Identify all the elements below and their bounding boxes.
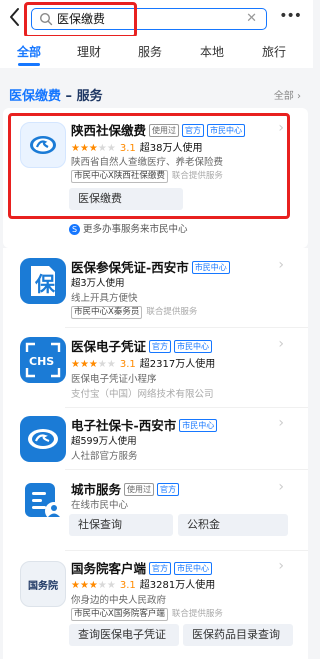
action-pill-housing-fund[interactable]: 公积金 [178,514,288,536]
item-title: 陕西社保缴费 使用过 官方 市民中心 [71,120,246,139]
provider-tag: 市民中心X陕西社保缴费 联合提供服务 [71,169,223,183]
list-item[interactable]: 保 医保参保凭证-西安市 市民中心 超3万人使用 线上开具方便快 市民中心X秦务员… [3,248,308,326]
tab-finance[interactable]: 理财 [77,43,101,60]
provider-tag: 市民中心X秦务员 联合提供服务 [71,305,197,319]
provider-tag: 市民中心X国务院客户端 联合提供服务 [71,607,223,621]
list-item[interactable]: 国务院 国务院客户端 官方 市民中心 ★★★★★ 3.1 超3281万人使用 你身边的中… [3,551,308,659]
action-pill-drug-catalog-query[interactable]: 医保药品目录查询 [183,624,293,646]
bao-document-icon: 保 [20,258,66,304]
svg-text:保: 保 [34,272,56,296]
si-social-security-icon [20,122,66,168]
more-options-icon[interactable]: ••• [279,8,302,24]
top-bar: 医保缴费 ✕ ••• [0,0,313,36]
rating-stars: ★★★★★ 3.1 超2317万人使用 [71,359,216,370]
list-item[interactable]: CHS 医保电子凭证 官方 市民中心 ★★★★★ 3.1 超2317万人使用 医保电子凭… [3,328,308,408]
state-council-icon: 国务院 [20,561,66,607]
chevron-right-icon: › [278,415,284,431]
chevron-right-icon: › [278,558,284,574]
item-title: 国务院客户端 官方 市民中心 [71,558,213,577]
action-pill-medical-payment[interactable]: 医保缴费 [69,188,183,210]
item-description: 人社部官方服务 [71,451,138,462]
section-title: 医保缴费 – 服务 [9,89,103,104]
tab-local[interactable]: 本地 [200,43,224,60]
active-tab-indicator [18,63,40,66]
tab-travel[interactable]: 旅行 [262,43,286,60]
item-title: 医保电子凭证 官方 市民中心 [71,336,213,355]
section-all-link[interactable]: 全部 › [274,87,301,102]
tab-services[interactable]: 服务 [138,43,162,60]
item-description: 在线市民中心 [71,500,129,511]
category-tabs: 全部 理财 服务 本地 旅行 [0,36,313,68]
chevron-right-icon: › [278,120,284,136]
search-icon [39,12,53,26]
tab-all[interactable]: 全部 [17,43,41,60]
chevron-right-icon: › [278,479,284,495]
item-description: 线上开具方便快 [71,293,138,304]
svg-text:CHS: CHS [29,355,54,368]
more-services-hint[interactable]: S 更多办事服务来市民中心 [69,221,188,235]
item-description: 医保电子凭证小程序 [71,374,157,385]
provider-name: 支付宝（中国）网络技术有限公司 [71,389,214,400]
item-description: 你身边的中央人民政府 [71,595,167,606]
item-title: 医保参保凭证-西安市 市民中心 [71,257,230,276]
item-description: 陕西省自然人查缴医疗、养老保险费 [71,157,224,168]
chevron-right-icon: › [278,336,284,352]
action-pill-social-security-query[interactable]: 社保查询 [69,514,173,536]
item-title: 电子社保卡-西安市 市民中心 [71,415,218,434]
rating-stars: ★★★★★ 3.1 超3281万人使用 [71,580,216,591]
chevron-right-icon: › [278,257,284,273]
list-item[interactable]: 电子社保卡-西安市 市民中心 超599万人使用 人社部官方服务 › [3,408,308,476]
city-service-icon [20,478,66,524]
clear-icon[interactable]: ✕ [246,10,257,28]
search-input[interactable]: 医保缴费 ✕ [31,8,267,30]
action-pill-query-medical-voucher[interactable]: 查询医保电子凭证 [69,624,179,646]
item-users: 超3万人使用 [71,278,125,289]
item-users: 超599万人使用 [71,436,137,447]
si-card-icon [20,416,66,462]
result-card-primary: 陕西社保缴费 使用过 官方 市民中心 ★★★★★ 3.1 超38万人使用 陕西省自然人查缴… [3,108,308,248]
list-item[interactable]: 城市服务 使用过 官方 在线市民中心 › 社保查询 公积金 [3,470,308,552]
back-arrow-icon[interactable] [6,6,24,28]
item-title: 城市服务 使用过 官方 [71,479,180,498]
results-list: 保 医保参保凭证-西安市 市民中心 超3万人使用 线上开具方便快 市民中心X秦务员… [3,248,308,659]
search-query: 医保缴费 [57,12,106,26]
rating-stars: ★★★★★ 3.1 超38万人使用 [71,143,203,154]
chs-icon: CHS [20,337,66,383]
